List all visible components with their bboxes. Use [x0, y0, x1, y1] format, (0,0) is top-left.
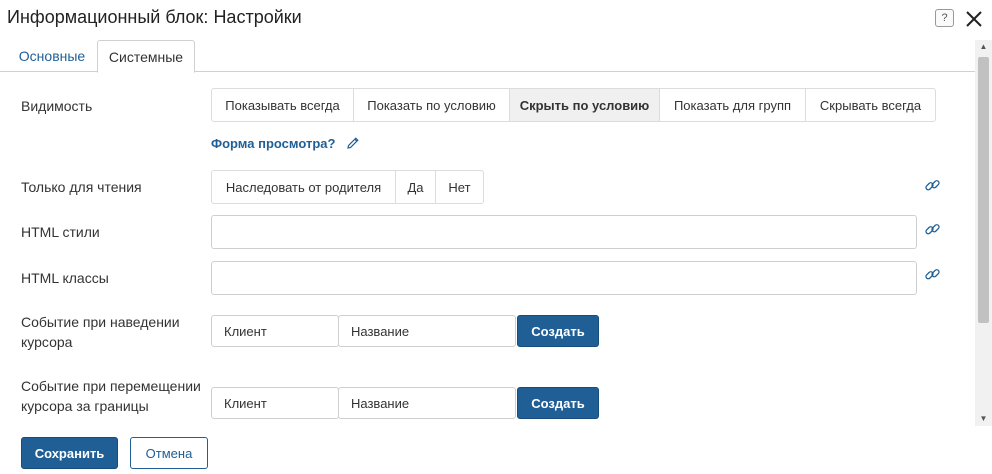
titlebar: Информационный блок: Настройки ?	[0, 0, 992, 37]
hover-event-type-input[interactable]: Клиент	[211, 315, 339, 347]
boundary-event-label: Событие при перемещении курсора за грани…	[21, 378, 201, 414]
visibility-option-always[interactable]: Показывать всегда	[212, 89, 354, 121]
readonly-option-no[interactable]: Нет	[436, 171, 483, 203]
visibility-option-hide-always[interactable]: Скрывать всегда	[806, 89, 935, 121]
visibility-label: Видимость	[21, 98, 93, 114]
link-icon[interactable]	[924, 266, 941, 283]
pencil-icon[interactable]	[345, 135, 361, 151]
visibility-option-groups[interactable]: Показать для групп	[660, 89, 806, 121]
scrollbar[interactable]: ▲ ▼	[975, 40, 992, 426]
visibility-option-show-condition[interactable]: Показать по условию	[354, 89, 510, 121]
html-styles-label: HTML стили	[21, 224, 100, 240]
tab-bar: Основные Системные	[0, 40, 975, 73]
readonly-segment: Наследовать от родителя Да Нет	[211, 170, 484, 204]
scroll-up-arrow-icon[interactable]: ▲	[978, 42, 989, 52]
view-form-link[interactable]: Форма просмотра?	[211, 136, 335, 151]
help-icon[interactable]: ?	[935, 9, 954, 27]
link-icon[interactable]	[924, 177, 941, 194]
save-button[interactable]: Сохранить	[21, 437, 118, 469]
close-icon[interactable]	[962, 7, 986, 31]
scroll-thumb[interactable]	[978, 57, 989, 323]
html-classes-label: HTML классы	[21, 270, 109, 286]
hover-event-label: Событие при наведении курсора	[21, 314, 180, 350]
html-classes-input[interactable]	[211, 261, 917, 295]
scroll-down-arrow-icon[interactable]: ▼	[978, 414, 989, 424]
html-styles-input[interactable]	[211, 215, 917, 249]
boundary-event-name-input[interactable]: Название	[338, 387, 516, 419]
cancel-button[interactable]: Отмена	[130, 437, 208, 469]
hover-event-name-input[interactable]: Название	[338, 315, 516, 347]
tab-main[interactable]: Основные	[8, 40, 96, 72]
boundary-event-create-button[interactable]: Создать	[517, 387, 599, 419]
readonly-option-inherit[interactable]: Наследовать от родителя	[212, 171, 396, 203]
visibility-option-hide-condition[interactable]: Скрыть по условию	[510, 89, 660, 121]
readonly-option-yes[interactable]: Да	[396, 171, 436, 203]
boundary-event-type-input[interactable]: Клиент	[211, 387, 339, 419]
dialog-title: Информационный блок: Настройки	[7, 7, 302, 27]
visibility-segment: Показывать всегда Показать по условию Ск…	[211, 88, 936, 122]
readonly-label: Только для чтения	[21, 179, 142, 195]
settings-dialog: Информационный блок: Настройки ? Основны…	[0, 0, 992, 474]
tab-system[interactable]: Системные	[97, 40, 195, 73]
link-icon[interactable]	[924, 221, 941, 238]
hover-event-create-button[interactable]: Создать	[517, 315, 599, 347]
